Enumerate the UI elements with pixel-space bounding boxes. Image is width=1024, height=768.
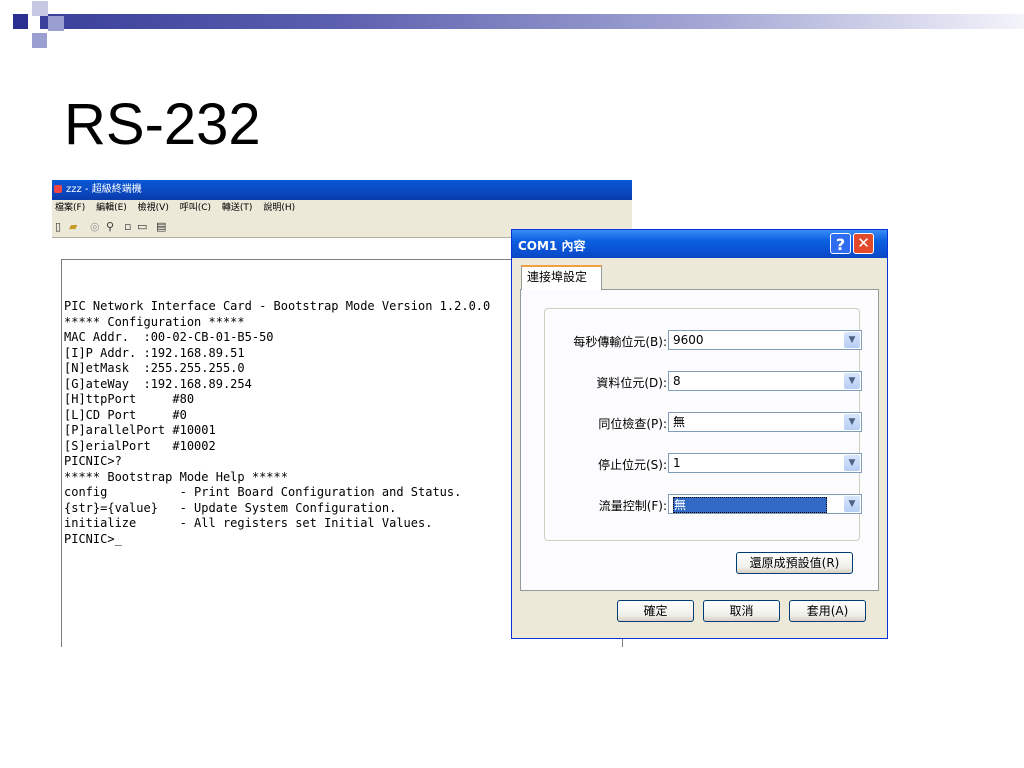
flow-control-select[interactable]: 無 ▼ bbox=[668, 494, 862, 514]
title-decoration-bar bbox=[40, 14, 1024, 29]
tab-port-settings[interactable]: 連接埠設定 bbox=[521, 265, 602, 290]
stop-bits-select[interactable]: 1 ▼ bbox=[668, 453, 862, 473]
new-file-icon[interactable]: ▯ bbox=[55, 221, 61, 233]
hyperterminal-icon bbox=[54, 185, 62, 193]
terminal-title: zzz - 超級終端機 bbox=[66, 184, 142, 195]
data-bits-label: 資料位元(D): bbox=[596, 376, 667, 390]
restore-defaults-button[interactable]: 還原成預設值(R) bbox=[736, 552, 853, 574]
menu-edit[interactable]: 編輯(E) bbox=[96, 203, 127, 213]
menu-transfer[interactable]: 轉送(T) bbox=[222, 203, 253, 213]
decoration-square bbox=[13, 14, 28, 29]
disconnect-icon[interactable]: ◎ bbox=[90, 221, 100, 233]
data-bits-select[interactable]: 8 ▼ bbox=[668, 371, 862, 391]
port-settings-panel: 每秒傳輸位元(B): 9600 ▼ 資料位元(D): 8 ▼ 同位檢查(P): … bbox=[520, 289, 879, 591]
terminal-title-bar: zzz - 超級終端機 bbox=[52, 180, 632, 200]
chevron-down-icon: ▼ bbox=[844, 496, 860, 512]
settings-group: 每秒傳輸位元(B): 9600 ▼ 資料位元(D): 8 ▼ 同位檢查(P): … bbox=[544, 308, 862, 541]
menu-help[interactable]: 說明(H) bbox=[263, 203, 295, 213]
menu-view[interactable]: 檢視(V) bbox=[138, 203, 169, 213]
menu-file[interactable]: 檔案(F) bbox=[55, 203, 85, 213]
chevron-down-icon: ▼ bbox=[844, 414, 860, 430]
flow-control-label: 流量控制(F): bbox=[598, 499, 667, 513]
send-icon[interactable]: ▫ bbox=[124, 221, 131, 233]
ok-button[interactable]: 確定 bbox=[617, 600, 694, 622]
receive-icon[interactable]: ▭ bbox=[137, 221, 147, 233]
slide-title: RS-232 bbox=[64, 92, 261, 157]
apply-button[interactable]: 套用(A) bbox=[789, 600, 866, 622]
chevron-down-icon: ▼ bbox=[844, 373, 860, 389]
parity-label: 同位檢查(P): bbox=[598, 417, 667, 431]
help-button[interactable]: ? bbox=[830, 233, 851, 254]
dialog-title-bar: COM1 內容 ? ✕ bbox=[512, 230, 887, 258]
com1-properties-dialog: COM1 內容 ? ✕ 連接埠設定 每秒傳輸位元(B): 9600 ▼ 資料位元… bbox=[512, 230, 887, 638]
open-folder-icon[interactable]: ▰ bbox=[69, 221, 77, 233]
cancel-button[interactable]: 取消 bbox=[703, 600, 780, 622]
terminal-menu-bar: 檔案(F) 編輯(E) 檢視(V) 呼叫(C) 轉送(T) 說明(H) bbox=[52, 200, 632, 217]
decoration-square bbox=[32, 33, 47, 48]
terminal-output: PIC Network Interface Card - Bootstrap M… bbox=[64, 298, 491, 546]
decoration-square bbox=[48, 16, 64, 31]
baud-rate-select[interactable]: 9600 ▼ bbox=[668, 330, 862, 350]
dialog-title: COM1 內容 bbox=[518, 239, 586, 253]
parity-select[interactable]: 無 ▼ bbox=[668, 412, 862, 432]
baud-rate-label: 每秒傳輸位元(B): bbox=[573, 335, 667, 349]
decoration-square bbox=[32, 1, 48, 16]
hangup-icon[interactable]: ⚲ bbox=[106, 221, 114, 233]
chevron-down-icon: ▼ bbox=[844, 332, 860, 348]
properties-icon[interactable]: ▤ bbox=[156, 221, 166, 233]
menu-call[interactable]: 呼叫(C) bbox=[180, 203, 211, 213]
chevron-down-icon: ▼ bbox=[844, 455, 860, 471]
stop-bits-label: 停止位元(S): bbox=[597, 458, 667, 472]
close-button[interactable]: ✕ bbox=[853, 233, 874, 254]
